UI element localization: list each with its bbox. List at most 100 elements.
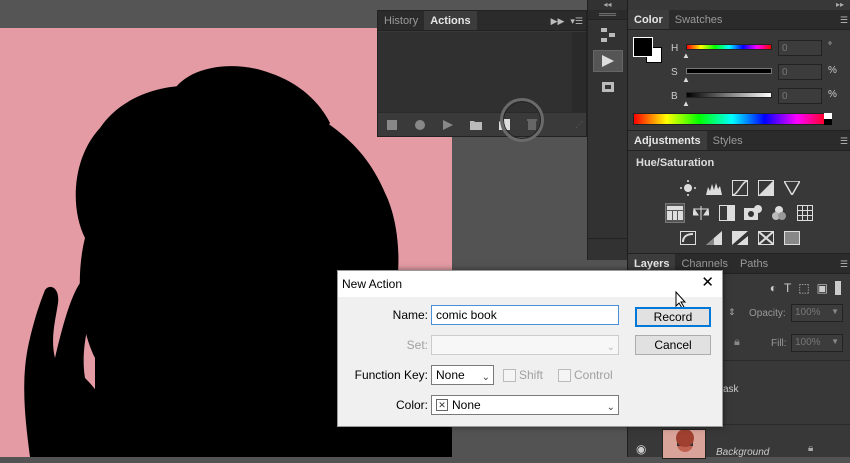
control-label: Control [574, 368, 613, 382]
lock-icon[interactable]: 🔒︎ [734, 336, 740, 349]
fill-label: Fill: [771, 338, 787, 349]
color-balance-icon[interactable] [691, 203, 711, 223]
levels-icon[interactable] [704, 178, 724, 198]
resize-grip-icon[interactable]: ⋰ [575, 120, 586, 129]
tab-styles[interactable]: Styles [707, 131, 749, 150]
panel-menu-icon[interactable]: ☰ [837, 10, 850, 29]
filter-adjustment-icon[interactable]: ◐ [770, 281, 777, 295]
folder-icon[interactable] [462, 113, 490, 137]
collapse-icon[interactable]: ◂◂ [588, 0, 627, 10]
function-key-label: Function Key: [354, 368, 428, 382]
histogram-icon[interactable] [593, 24, 623, 46]
panel-menu-icon[interactable]: ☰ [837, 254, 850, 273]
hue-value-input[interactable]: 0 [778, 40, 822, 56]
vibrance-icon[interactable] [782, 178, 802, 198]
dialog-title: New Action [338, 271, 722, 297]
gradient-map-icon[interactable] [782, 228, 802, 248]
shift-label: Shift [519, 368, 544, 382]
fill-input[interactable]: 100% ▼ [791, 334, 843, 352]
hue-saturation-icon[interactable] [664, 203, 685, 223]
tab-color[interactable]: Color [628, 10, 669, 29]
opacity-input[interactable]: 100% ▼ [791, 304, 843, 322]
tab-actions[interactable]: Actions [424, 11, 477, 30]
filter-toggle-icon[interactable] [835, 281, 841, 295]
selective-color-icon[interactable] [756, 228, 776, 248]
slider-thumb-icon[interactable]: ▲ [682, 99, 690, 108]
set-label: Set: [406, 338, 428, 352]
no-color-x-icon: ✕ [436, 399, 448, 411]
stop-icon[interactable] [378, 113, 406, 137]
exposure-icon[interactable] [756, 178, 776, 198]
slider-thumb-icon[interactable]: ▲ [682, 51, 690, 60]
filter-shape-icon[interactable]: ⬚ [798, 281, 809, 295]
brightness-value-input[interactable]: 0 [778, 88, 822, 104]
close-icon[interactable]: ✕ [701, 274, 714, 292]
white-black-swatch[interactable] [824, 113, 832, 125]
brightness-unit: % [828, 89, 837, 100]
panel-menu-icon[interactable]: ☰ [837, 131, 850, 150]
posterize-icon[interactable] [704, 228, 724, 248]
opacity-label: Opacity: [749, 308, 786, 319]
expand-panel-icon[interactable]: ▶▶ [548, 11, 568, 30]
panel-collapse-icon[interactable]: ▸▸ [628, 0, 850, 10]
color-lookup-icon[interactable] [795, 203, 815, 223]
function-key-value: None [436, 368, 465, 382]
layer-name: ask [723, 384, 739, 395]
opacity-value: 100% [795, 307, 821, 318]
filter-smart-object-icon[interactable]: ▣ [817, 281, 828, 295]
slider-label: S [671, 67, 678, 78]
saturation-unit: % [828, 65, 837, 76]
color-select[interactable]: ✕ None ⌄ [431, 395, 619, 415]
color-panel: Color Swatches ☰ H ▲ 0 ° S ▲ 0 % B ▲ 0 % [628, 10, 850, 130]
slider-label: B [671, 91, 678, 102]
play-icon[interactable] [434, 113, 462, 137]
saturation-slider[interactable] [686, 68, 772, 74]
color-spectrum-bar[interactable] [633, 113, 831, 125]
slider-label: H [671, 43, 679, 54]
tab-paths[interactable]: Paths [734, 254, 774, 273]
play-icon[interactable] [593, 50, 623, 72]
invert-icon[interactable] [678, 228, 698, 248]
set-select[interactable]: ⌄ [431, 335, 619, 355]
hue-slider-row: H ▲ 0 ° [628, 40, 850, 62]
fill-value: 100% [795, 337, 821, 348]
function-key-select[interactable]: None ⌄ [431, 365, 494, 385]
record-button[interactable]: Record [635, 307, 711, 327]
tab-history[interactable]: History [378, 11, 424, 30]
threshold-icon[interactable] [730, 228, 750, 248]
black-white-icon[interactable] [717, 203, 737, 223]
record-icon[interactable] [406, 113, 434, 137]
chevron-down-icon: ▼ [831, 307, 839, 316]
color-value: None [452, 398, 481, 412]
actions-panel: History Actions ▶▶ ▾☰ ⋰ [377, 10, 587, 137]
brightness-slider[interactable] [686, 92, 772, 98]
slider-thumb-icon[interactable]: ▲ [682, 75, 690, 84]
tab-swatches[interactable]: Swatches [669, 10, 729, 29]
photo-filter-icon[interactable] [743, 203, 763, 223]
visibility-eye-icon[interactable]: ◉ [636, 442, 646, 456]
chevron-down-icon: ⌄ [606, 342, 615, 353]
channel-mixer-icon[interactable] [769, 203, 789, 223]
lock-icon: 🔒︎ [808, 443, 814, 454]
actions-scrollbar[interactable] [572, 32, 586, 112]
adjustment-heading: Hue/Saturation [636, 157, 715, 169]
hue-slider[interactable] [686, 44, 772, 50]
chevron-down-icon: ⌄ [606, 402, 615, 413]
tab-adjustments[interactable]: Adjustments [628, 131, 707, 150]
cube-icon[interactable] [593, 76, 623, 98]
shift-checkbox[interactable] [503, 369, 516, 382]
brightness-icon[interactable] [678, 178, 698, 198]
curves-icon[interactable] [730, 178, 750, 198]
actions-toolbar: ⋰ [378, 112, 586, 136]
panel-menu-icon[interactable]: ▾☰ [567, 11, 586, 30]
name-input[interactable]: comic book [431, 305, 619, 325]
saturation-value-input[interactable]: 0 [778, 64, 822, 80]
brightness-slider-row: B ▲ 0 % [628, 88, 850, 110]
layer-row-background[interactable]: ◉ Background 🔒︎ [628, 424, 850, 459]
actions-list[interactable] [378, 32, 572, 112]
name-label: Name: [392, 308, 428, 322]
filter-type-icon[interactable]: T [784, 281, 791, 295]
layer-name: Background [716, 447, 770, 458]
control-checkbox[interactable] [558, 369, 571, 382]
blend-mode-arrows-icon[interactable]: ⇕ [728, 307, 736, 318]
